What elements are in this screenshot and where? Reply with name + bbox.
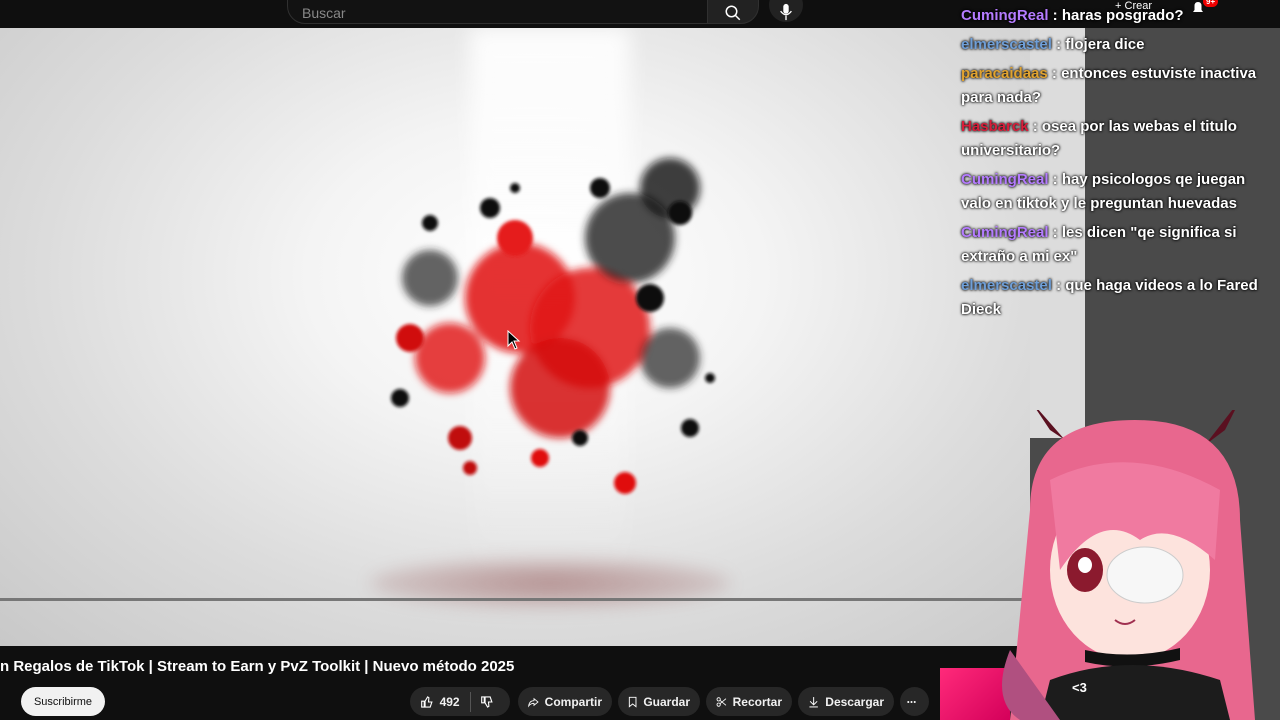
microphone-icon xyxy=(780,3,792,21)
like-count[interactable]: 492 xyxy=(440,695,460,709)
vtuber-avatar xyxy=(1002,410,1255,720)
search-box[interactable] xyxy=(287,0,709,24)
bookmark-icon xyxy=(628,696,637,708)
clip-label: Recortar xyxy=(732,694,782,709)
download-button[interactable]: Descargar xyxy=(798,687,894,716)
like-icon[interactable] xyxy=(420,694,434,710)
chat-message: paracaidaas : entonces estuviste inactiv… xyxy=(958,60,1268,113)
video-player[interactable] xyxy=(0,28,1030,646)
more-actions-button[interactable] xyxy=(900,687,929,716)
chat-username: CumingReal xyxy=(961,224,1049,241)
share-label: Compartir xyxy=(544,694,602,709)
dislike-icon[interactable] xyxy=(480,694,494,710)
search-button[interactable] xyxy=(707,0,759,24)
chat-username: elmerscastel xyxy=(961,277,1052,294)
divider xyxy=(469,691,471,712)
chat-text: : flojera dice xyxy=(1051,36,1145,53)
chat-username: Hasbarck xyxy=(961,118,1029,135)
video-progress-bar[interactable] xyxy=(0,598,1030,601)
chat-overlay: CumingReal : haras posgrado? elmerscaste… xyxy=(958,2,1268,325)
chat-text: : haras posgrado? xyxy=(1048,7,1184,24)
share-button[interactable]: Compartir xyxy=(518,687,612,716)
sticker-text: <3 xyxy=(1072,680,1087,695)
mouse-cursor-icon xyxy=(507,330,521,350)
video-title: n Regalos de TikTok | Stream to Earn y P… xyxy=(0,658,515,675)
save-label: Guardar xyxy=(643,694,690,709)
share-icon xyxy=(528,697,539,708)
like-dislike-group: 492 xyxy=(410,687,510,716)
clip-button[interactable]: Recortar xyxy=(706,687,792,716)
search-icon xyxy=(725,5,741,21)
chat-message: CumingReal : haras posgrado? xyxy=(958,2,1268,31)
chat-username: CumingReal xyxy=(961,7,1049,24)
video-frame-splash xyxy=(391,158,715,494)
chat-message: CumingReal : les dicen "qe significa si … xyxy=(958,219,1268,272)
chat-username: paracaidaas xyxy=(961,65,1048,82)
scissors-icon xyxy=(716,696,727,707)
chat-username: elmerscastel xyxy=(961,36,1052,53)
chat-username: CumingReal xyxy=(961,171,1049,188)
chat-message: elmerscastel : que haga videos a lo Fare… xyxy=(958,272,1268,325)
download-label: Descargar xyxy=(825,694,884,709)
download-icon xyxy=(809,696,818,707)
subscribe-button[interactable]: Suscribirme xyxy=(21,687,105,716)
chat-message: CumingReal : hay psicologos qe juegan va… xyxy=(958,166,1268,219)
save-button[interactable]: Guardar xyxy=(618,687,700,716)
chat-message: elmerscastel : flojera dice xyxy=(958,31,1268,60)
more-icon xyxy=(907,700,916,703)
chat-message: Hasbarck : osea por las webas el titulo … xyxy=(958,113,1268,166)
search-input[interactable] xyxy=(300,3,684,23)
